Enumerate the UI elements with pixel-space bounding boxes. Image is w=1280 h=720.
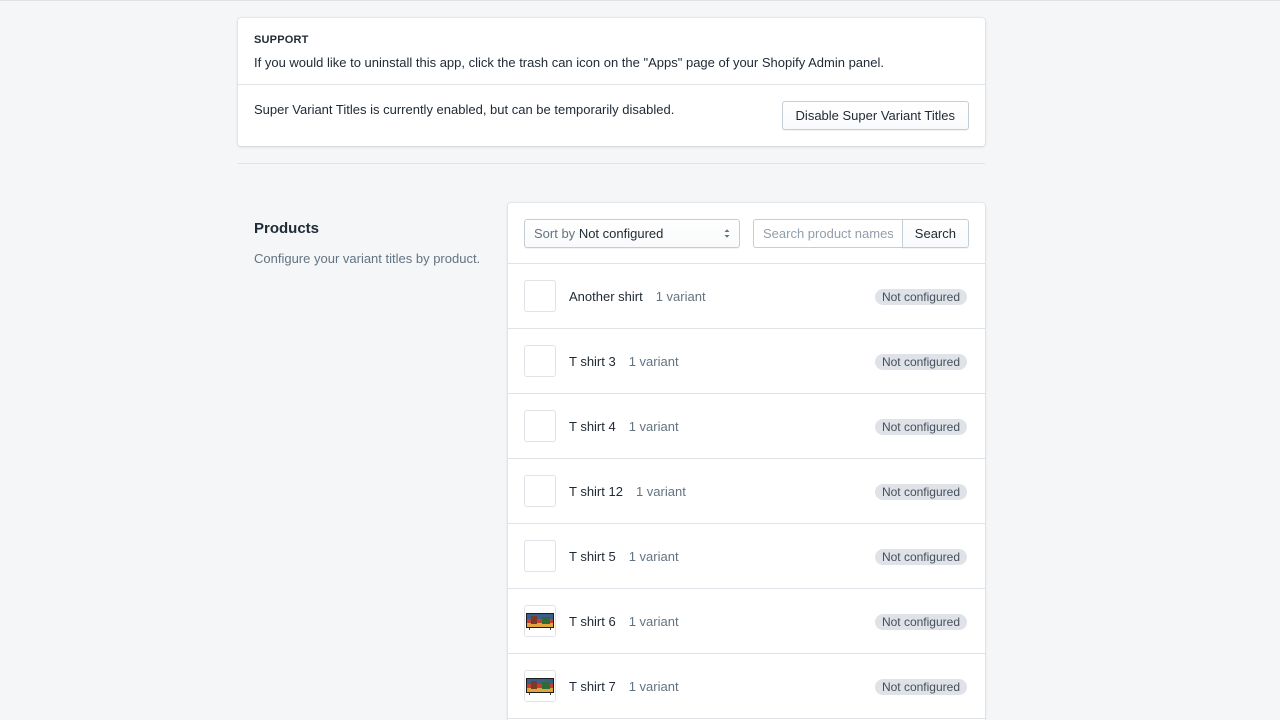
status-badge: Not configured	[873, 288, 968, 306]
product-row[interactable]: T shirt 6 1 variant Not configured	[508, 589, 985, 654]
status-badge: Not configured	[873, 483, 968, 501]
product-name[interactable]: T shirt 3	[569, 354, 616, 369]
product-thumbnail	[524, 280, 556, 312]
product-thumbnail	[524, 540, 556, 572]
section-divider	[238, 163, 985, 164]
variant-count: 1 variant	[628, 613, 679, 629]
status-section: Super Variant Titles is currently enable…	[238, 85, 985, 145]
variant-count: 1 variant	[655, 288, 706, 304]
support-section: SUPPORT If you would like to uninstall t…	[238, 18, 985, 85]
product-row[interactable]: T shirt 3 1 variant Not configured	[508, 329, 985, 394]
sort-value: Not configured	[578, 226, 664, 241]
variant-count: 1 variant	[628, 548, 679, 564]
status-badge: Not configured	[873, 548, 968, 566]
variant-count: 1 variant	[628, 418, 679, 434]
status-badge: Not configured	[873, 613, 968, 631]
support-text: If you would like to uninstall this app,…	[254, 55, 884, 70]
filter-bar: Sort by Not configured Search	[508, 203, 985, 264]
product-name[interactable]: T shirt 12	[569, 484, 623, 499]
product-thumbnail	[524, 410, 556, 442]
product-row[interactable]: T shirt 5 1 variant Not configured	[508, 524, 985, 589]
product-name[interactable]: T shirt 7	[569, 679, 616, 694]
product-row[interactable]: T shirt 12 1 variant Not configured	[508, 459, 985, 524]
search-button[interactable]: Search	[901, 219, 969, 248]
product-thumbnail	[524, 345, 556, 377]
page: SUPPORT If you would like to uninstall t…	[0, 0, 1280, 720]
product-thumbnail	[524, 475, 556, 507]
select-arrows-icon	[724, 229, 730, 238]
product-thumbnail	[524, 605, 556, 637]
sort-select[interactable]: Sort by Not configured	[524, 219, 740, 248]
search-input[interactable]	[753, 219, 902, 248]
product-name[interactable]: T shirt 6	[569, 614, 616, 629]
product-list: Another shirt 1 variant Not configured T sh…	[508, 264, 985, 719]
product-row[interactable]: T shirt 4 1 variant Not configured	[508, 394, 985, 459]
products-description: Configure your variant titles by product…	[254, 251, 481, 266]
sort-prefix: Sort by	[534, 226, 576, 241]
status-badge: Not configured	[873, 353, 968, 371]
products-title: Products	[254, 220, 320, 237]
product-row[interactable]: Another shirt 1 variant Not configured	[508, 264, 985, 329]
search-group: Search	[753, 219, 969, 248]
variant-count: 1 variant	[628, 353, 679, 369]
product-name[interactable]: Another shirt	[569, 289, 643, 304]
product-row[interactable]: T shirt 7 1 variant Not configured	[508, 654, 985, 719]
status-badge: Not configured	[873, 418, 968, 436]
product-thumbnail	[524, 670, 556, 702]
support-card: SUPPORT If you would like to uninstall t…	[238, 18, 985, 146]
product-name[interactable]: T shirt 4	[569, 419, 616, 434]
support-heading: SUPPORT	[254, 34, 309, 46]
variant-count: 1 variant	[635, 483, 686, 499]
disable-app-button[interactable]: Disable Super Variant Titles	[781, 101, 969, 130]
product-name[interactable]: T shirt 5	[569, 549, 616, 564]
products-annotation: Products Configure your variant titles b…	[254, 220, 484, 267]
status-badge: Not configured	[873, 678, 968, 696]
products-card: Sort by Not configured Search Another sh…	[508, 203, 985, 720]
variant-count: 1 variant	[628, 678, 679, 694]
